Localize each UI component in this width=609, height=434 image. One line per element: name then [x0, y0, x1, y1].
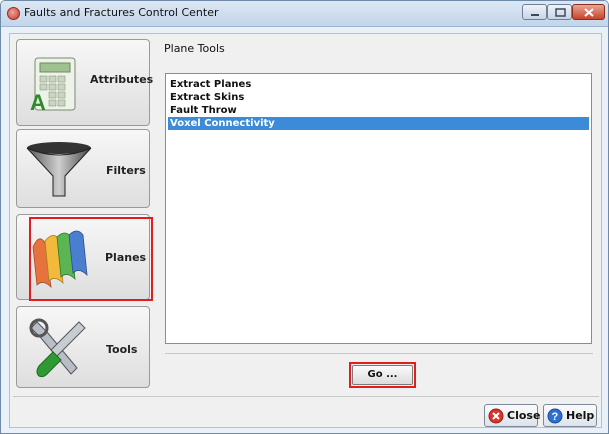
maximize-icon	[555, 8, 566, 17]
planes-icon	[32, 230, 88, 289]
sidebar-item-label: Filters	[106, 164, 146, 177]
help-icon: ?	[547, 408, 563, 424]
close-icon	[584, 8, 594, 17]
app-icon	[7, 7, 20, 20]
plane-tools-list[interactable]: Extract Planes Extract Skins Fault Throw…	[165, 73, 592, 344]
window-close-button[interactable]	[572, 4, 605, 20]
list-item-extract-skins[interactable]: Extract Skins	[168, 91, 589, 104]
list-item-extract-planes[interactable]: Extract Planes	[168, 78, 589, 91]
close-button-label: Close	[507, 409, 541, 422]
sidebar-item-attributes[interactable]: A Attributes	[16, 39, 154, 126]
minimize-icon	[531, 14, 539, 16]
close-button[interactable]: Close	[484, 404, 541, 427]
sidebar-item-label: Tools	[106, 343, 138, 356]
window-title: Faults and Fractures Control Center	[24, 6, 219, 19]
help-button[interactable]: ? Help	[543, 404, 597, 427]
sidebar-item-label: Planes	[105, 251, 147, 264]
tools-icon	[29, 318, 86, 378]
funnel-icon	[26, 142, 92, 197]
main-window: Faults and Fractures Control Center A At…	[0, 0, 609, 434]
sidebar-item-planes[interactable]: Planes	[16, 214, 150, 300]
minimize-button[interactable]	[522, 4, 547, 20]
help-button-label: Help	[566, 409, 595, 422]
sidebar-item-tools[interactable]: Tools	[16, 306, 150, 388]
list-item-voxel-connectivity[interactable]: Voxel Connectivity	[168, 117, 589, 130]
go-button[interactable]: Go ...	[352, 365, 413, 385]
maximize-button[interactable]	[547, 4, 572, 20]
divider	[165, 353, 593, 354]
calculator-icon: A	[30, 57, 76, 114]
svg-text:A: A	[30, 90, 46, 114]
footer-divider	[13, 396, 599, 397]
sidebar-item-filters[interactable]: Filters	[16, 129, 150, 208]
list-item-fault-throw[interactable]: Fault Throw	[168, 104, 589, 117]
section-title: Plane Tools	[164, 42, 225, 55]
sidebar-item-label: Attributes	[90, 73, 154, 86]
svg-text:?: ?	[552, 411, 559, 423]
title-bar[interactable]: Faults and Fractures Control Center	[1, 1, 608, 27]
close-circle-icon	[488, 408, 504, 424]
